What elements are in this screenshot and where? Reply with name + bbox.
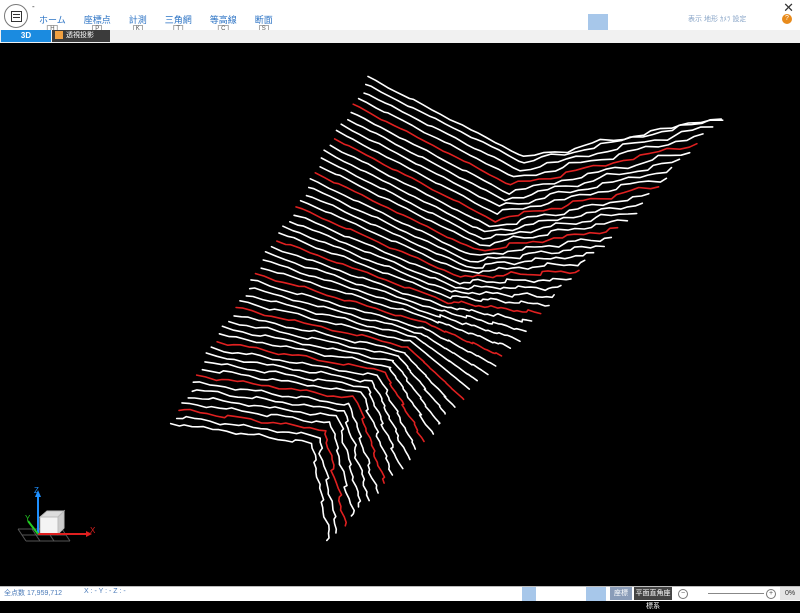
zoom-percent: 0% [780, 587, 800, 600]
tab-points[interactable]: 座標点 P [75, 14, 120, 33]
z-axis-label: Z [34, 486, 39, 495]
tab-perspective[interactable]: 透視投影 [52, 30, 110, 42]
contour-line [233, 315, 456, 408]
app-menu-button[interactable] [4, 4, 28, 28]
x-axis-label: X [90, 526, 96, 535]
document-icon [10, 10, 22, 22]
quick-access-toolbar[interactable]: - [32, 2, 35, 11]
status-bar: 全点数 17,959,712 X : - Y : - Z : - 座標 平面直角… [0, 586, 800, 610]
tab-measure[interactable]: 計測 K [120, 14, 156, 33]
contour-lines [169, 75, 724, 542]
tab-home[interactable]: ホーム H [30, 14, 75, 33]
contour-line [192, 381, 379, 494]
ribbon-tabs: ホーム H 座標点 P 計測 K 三角網 T 等高線 C 断面 S [30, 14, 282, 33]
point-count: 全点数 17,959,712 [4, 590, 62, 597]
tab-tin[interactable]: 三角網 T [156, 14, 201, 33]
close-icon[interactable]: ✕ [783, 0, 794, 16]
contour-line [357, 97, 704, 178]
contour-line [364, 83, 724, 164]
tab-3d[interactable]: 3D [1, 30, 51, 42]
zoom-in-icon[interactable]: + [766, 589, 776, 599]
cube-icon [38, 509, 66, 536]
perspective-label: 透視投影 [66, 32, 94, 39]
ribbon-bar: - ホーム H 座標点 P 計測 K 三角網 T 等高線 C 断面 S 表示 地形 ｶﾒﾗ … [0, 0, 800, 42]
view-tab-bar: 3D 透視投影 [0, 30, 800, 71]
zoom-slider[interactable] [708, 593, 764, 594]
contour-line [352, 103, 698, 186]
tab-contours[interactable]: 等高線 C [201, 14, 246, 33]
3d-viewport[interactable]: Z X Y [0, 43, 800, 586]
contour-line [191, 389, 371, 502]
status-highlight [586, 587, 606, 601]
contour-line [293, 214, 572, 285]
contour-line [204, 361, 404, 470]
ribbon-right-text: 表示 地形 ｶﾒﾗ 設定 [688, 16, 747, 23]
xyz-readout: X : - Y : - Z : - [84, 588, 126, 595]
contour-line [239, 299, 471, 390]
contour-line [169, 422, 330, 542]
coord-system-button[interactable]: 平面直角座標系 [634, 587, 672, 610]
y-axis-label: Y [25, 514, 31, 523]
tab-section[interactable]: 断面 S [246, 14, 282, 33]
contour-line [205, 352, 411, 461]
axis-gizmo: Z X Y [17, 486, 96, 542]
contour-line [307, 186, 606, 263]
cube-icon [55, 31, 63, 40]
zoom-out-icon[interactable]: − [678, 589, 688, 599]
coord-label: 座標 [610, 587, 632, 600]
contour-surface: Z X Y [17, 75, 724, 542]
status-highlight [522, 587, 536, 601]
